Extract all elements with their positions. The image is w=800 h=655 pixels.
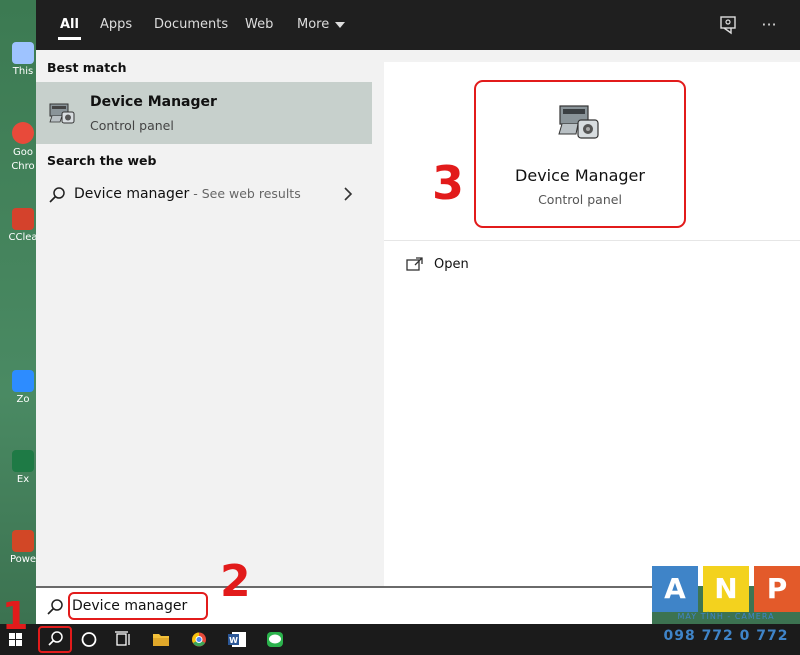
desktop-icon-label: Ex <box>16 474 30 485</box>
logo-tagline: MÁY TÍNH - CAMERA <box>677 612 775 621</box>
word-icon: W <box>228 632 246 647</box>
this-pc-icon <box>12 42 34 64</box>
desktop-icon-chrome[interactable]: Goo Chro <box>6 122 40 174</box>
excel-icon <box>12 450 34 472</box>
results-list: Best match Device Manager Control panel … <box>36 50 372 586</box>
best-match-title: Device Manager <box>90 94 217 110</box>
chrome-button[interactable] <box>182 624 216 655</box>
desktop-icon-ccleaner[interactable]: CClea <box>6 208 40 243</box>
web-result-suffix: - See web results <box>189 186 301 201</box>
logo-letter-n: N <box>714 572 738 605</box>
ccleaner-icon <box>12 208 34 230</box>
task-view-icon <box>115 631 130 646</box>
chevron-down-icon <box>335 21 346 28</box>
desktop-icon-label: Goo Chro <box>11 147 35 172</box>
chevron-right-icon[interactable] <box>342 185 354 203</box>
zoom-icon <box>12 370 34 392</box>
task-view-button[interactable] <box>106 624 140 655</box>
feedback-icon[interactable] <box>716 12 742 38</box>
more-options-button[interactable]: ··· <box>756 12 782 38</box>
tab-more[interactable]: More <box>297 0 346 50</box>
desktop-icon-this-pc[interactable]: This <box>6 42 40 77</box>
search-input[interactable] <box>72 595 204 617</box>
open-icon <box>406 257 423 271</box>
tab-all[interactable]: All <box>58 0 81 50</box>
preview-card[interactable]: Device Manager Control panel <box>474 80 686 228</box>
taskbar-search-highlight <box>38 626 72 653</box>
anp-logo: A N P MÁY TÍNH - CAMERA 098 772 0 772 <box>652 566 800 655</box>
chrome-icon <box>192 632 206 647</box>
file-explorer-icon <box>153 634 169 646</box>
search-tabs-bar: All Apps Documents Web More ··· <box>36 0 800 50</box>
preview-title: Device Manager <box>515 166 645 185</box>
search-icon <box>47 599 63 615</box>
file-explorer-button[interactable] <box>144 624 178 655</box>
open-action[interactable]: Open <box>406 254 606 278</box>
tab-apps[interactable]: Apps <box>100 0 132 50</box>
best-match-subtitle: Control panel <box>90 118 174 133</box>
desktop-icon-zoom[interactable]: Zo <box>6 370 40 405</box>
cortana-icon <box>81 632 97 647</box>
preview-pane: Device Manager Control panel Open <box>384 62 800 586</box>
preview-divider <box>384 240 800 241</box>
start-search-panel: All Apps Documents Web More ··· Best mat… <box>36 0 800 586</box>
search-bar <box>36 586 652 624</box>
cortana-button[interactable] <box>72 624 106 655</box>
web-search-result[interactable]: Device manager - See web results <box>36 178 372 212</box>
line-button[interactable] <box>258 624 292 655</box>
search-the-web-header: Search the web <box>47 153 157 168</box>
web-result-query: Device manager <box>74 186 190 202</box>
logo-letter-a: A <box>664 572 686 605</box>
desktop-icon-powerpoint[interactable]: Powe <box>6 530 40 565</box>
device-manager-icon <box>558 105 599 139</box>
desktop-icon-label: Powe <box>9 554 37 565</box>
tab-more-label: More <box>297 17 330 32</box>
best-match-result[interactable]: Device Manager Control panel <box>36 82 372 144</box>
desktop-icon-label: This <box>12 66 34 77</box>
chrome-icon <box>12 122 34 144</box>
search-icon <box>49 187 65 203</box>
desktop-icon-excel[interactable]: Ex <box>6 450 40 485</box>
tab-web[interactable]: Web <box>245 0 273 50</box>
word-button[interactable]: W <box>220 624 254 655</box>
powerpoint-icon <box>12 530 34 552</box>
logo-phone: 098 772 0 772 <box>663 628 789 644</box>
tab-documents[interactable]: Documents <box>154 0 228 50</box>
feedback-icon-svg <box>720 16 736 35</box>
svg-text:W: W <box>229 636 238 645</box>
web-result-text: Device manager - See web results <box>74 186 301 202</box>
desktop-icon-label: Zo <box>16 394 30 405</box>
desktop-icon-label: CClea <box>8 232 38 243</box>
line-icon <box>267 632 283 647</box>
device-manager-icon <box>49 103 75 124</box>
logo-letter-p: P <box>766 572 788 605</box>
step-1-annotation: 1 <box>2 594 29 638</box>
step-3-annotation: 3 <box>432 156 465 210</box>
best-match-header: Best match <box>47 60 127 75</box>
step-2-annotation: 2 <box>220 556 251 607</box>
preview-subtitle: Control panel <box>538 192 622 207</box>
open-action-label: Open <box>434 257 469 272</box>
